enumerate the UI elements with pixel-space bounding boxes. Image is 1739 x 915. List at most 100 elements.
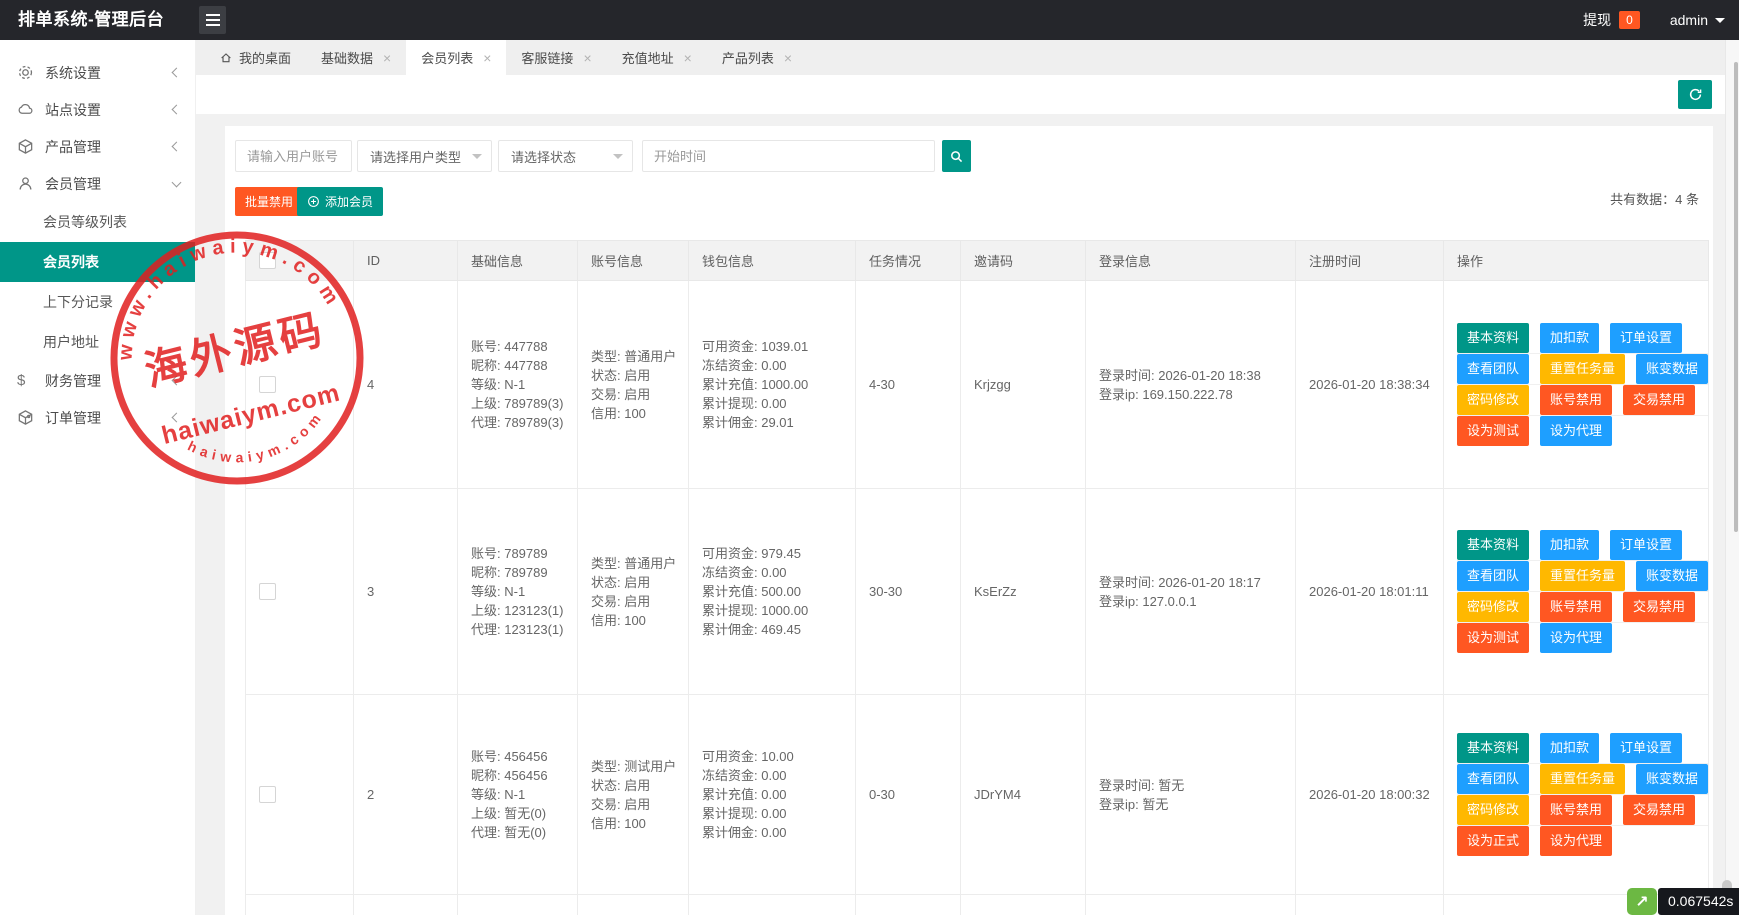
action-button[interactable]: 加扣款 [1540, 530, 1599, 560]
scrollbar-thumb[interactable] [1734, 62, 1738, 532]
action-button[interactable]: 重置任务量 [1540, 764, 1625, 794]
sidebar-item-updown-records[interactable]: 上下分记录 [0, 282, 195, 322]
user-type-select[interactable]: 请选择用户类型 [357, 140, 492, 172]
tab-my-desktop[interactable]: 我的桌面 [204, 40, 306, 75]
action-button[interactable]: 重置任务量 [1540, 354, 1625, 384]
sidebar-group-order-management[interactable]: 订单管理 [0, 399, 195, 436]
tab-member-list[interactable]: 会员列表 × [406, 40, 506, 75]
start-time-input[interactable] [642, 140, 935, 172]
cell-line: 累计充值: 1000.00 [702, 375, 855, 394]
total-count-text: 共有数据：4 条 [1610, 189, 1699, 208]
action-button[interactable]: 账号禁用 [1540, 795, 1612, 825]
action-button[interactable]: 账变数据 [1636, 561, 1708, 591]
sidebar-group-product-management[interactable]: 产品管理 [0, 128, 195, 165]
status-select[interactable]: 请选择状态 [498, 140, 633, 172]
cell-line: 登录时间: 2026-01-20 18:38 [1099, 366, 1295, 385]
cell-line: 登录时间: 暂无 [1099, 776, 1295, 795]
sidebar-group-member-management[interactable]: 会员管理 [0, 165, 195, 202]
cell-line: 信用: 100 [591, 814, 688, 833]
speed-arrow-icon: ↗ [1627, 888, 1657, 915]
cell-checkbox [246, 489, 354, 695]
action-button[interactable]: 基本资料 [1457, 323, 1529, 353]
close-icon[interactable]: × [383, 51, 391, 65]
user-menu[interactable]: admin [1670, 12, 1725, 28]
action-button[interactable]: 密码修改 [1457, 385, 1529, 415]
action-button[interactable]: 密码修改 [1457, 795, 1529, 825]
sidebar-group-label: 订单管理 [45, 408, 101, 428]
home-icon [219, 51, 233, 65]
sidebar-group-system-settings[interactable]: 系统设置 [0, 54, 195, 91]
action-button[interactable]: 账变数据 [1636, 764, 1708, 794]
close-icon[interactable]: × [483, 51, 491, 65]
row-checkbox[interactable] [259, 583, 276, 600]
withdraw-count-badge[interactable]: 0 [1619, 11, 1640, 29]
close-icon[interactable]: × [684, 51, 692, 65]
action-button[interactable]: 密码修改 [1457, 592, 1529, 622]
cell-id: 2 [354, 695, 458, 895]
tab-toolbar [196, 75, 1739, 114]
status-select-value: 请选择状态 [511, 147, 576, 166]
cell-line: 昵称: 456456 [471, 766, 577, 785]
action-button[interactable]: 查看团队 [1457, 764, 1529, 794]
sidebar-item-user-address[interactable]: 用户地址 [0, 322, 195, 362]
cell-value: 0-30 [869, 787, 895, 802]
cell-operations: 基本资料加扣款订单设置查看团队重置任务量账变数据密码修改账号禁用交易禁用设为测试… [1444, 281, 1709, 489]
action-button[interactable]: 加扣款 [1540, 733, 1599, 763]
action-button[interactable]: 设为正式 [1457, 826, 1529, 856]
cell-value: 4 [367, 377, 374, 392]
action-button[interactable]: 查看团队 [1457, 354, 1529, 384]
sidebar-item-member-level-list[interactable]: 会员等级列表 [0, 202, 195, 242]
withdraw-link[interactable]: 提现 [1583, 10, 1611, 30]
action-button[interactable]: 加扣款 [1540, 323, 1599, 353]
sidebar-item-member-list[interactable]: 会员列表 [0, 242, 195, 282]
cell-line: 等级: N-1 [471, 375, 577, 394]
sidebar-group-site-settings[interactable]: 站点设置 [0, 91, 195, 128]
cell-line: 状态: 启用 [591, 573, 688, 592]
select-all-checkbox[interactable] [259, 252, 276, 269]
cell-line: 信用: 100 [591, 611, 688, 630]
tab-label: 充值地址 [622, 48, 674, 67]
action-row: 基本资料加扣款订单设置 [1457, 530, 1708, 561]
action-button[interactable]: 设为代理 [1540, 623, 1612, 653]
action-button[interactable]: 账变数据 [1636, 354, 1708, 384]
tab-basic-data[interactable]: 基础数据× [306, 40, 406, 75]
close-icon[interactable]: × [583, 51, 591, 65]
cell-login-info: 登录时间: 暂无登录ip: 暂无 [1086, 695, 1296, 895]
action-button[interactable]: 基本资料 [1457, 733, 1529, 763]
cell-line: 代理: 暂无(0) [471, 823, 577, 842]
refresh-button[interactable] [1678, 80, 1712, 109]
sidebar-group-finance-management[interactable]: $财务管理 [0, 362, 195, 399]
row-checkbox[interactable] [259, 786, 276, 803]
action-button[interactable]: 订单设置 [1610, 530, 1682, 560]
cell-value: JDrYM4 [974, 787, 1021, 802]
action-button[interactable]: 设为测试 [1457, 623, 1529, 653]
sidebar-toggle-button[interactable] [199, 6, 226, 34]
action-button[interactable]: 基本资料 [1457, 530, 1529, 560]
add-member-button[interactable]: 添加会员 [297, 187, 383, 216]
action-button[interactable]: 账号禁用 [1540, 385, 1612, 415]
cell-operations: 基本资料加扣款订单设置查看团队重置任务量账变数据密码修改账号禁用交易禁用设为测试… [1444, 489, 1709, 695]
tab-product-list[interactable]: 产品列表× [707, 40, 807, 75]
action-button[interactable]: 订单设置 [1610, 323, 1682, 353]
action-button[interactable]: 交易禁用 [1623, 385, 1695, 415]
action-button[interactable]: 设为测试 [1457, 416, 1529, 446]
action-button[interactable]: 设为代理 [1540, 416, 1612, 446]
account-search-input[interactable] [235, 140, 352, 172]
action-button[interactable]: 重置任务量 [1540, 561, 1625, 591]
action-button[interactable]: 查看团队 [1457, 561, 1529, 591]
tab-service-link[interactable]: 客服链接× [506, 40, 606, 75]
tab-recharge-address[interactable]: 充值地址 × [607, 40, 707, 75]
action-button[interactable]: 账号禁用 [1540, 592, 1612, 622]
action-button[interactable]: 订单设置 [1610, 733, 1682, 763]
elapsed-time-badge: ↗ 0.067542s [1627, 888, 1739, 915]
action-button[interactable]: 交易禁用 [1623, 592, 1695, 622]
plus-circle-icon [307, 195, 320, 208]
action-button[interactable]: 交易禁用 [1623, 795, 1695, 825]
order-icon [17, 409, 34, 426]
search-button[interactable] [942, 140, 971, 172]
action-button[interactable]: 设为代理 [1540, 826, 1612, 856]
row-checkbox[interactable] [259, 376, 276, 393]
close-icon[interactable]: × [784, 51, 792, 65]
batch-disable-button[interactable]: 批量禁用 [235, 187, 303, 216]
tab-label: 会员列表 [421, 48, 473, 67]
